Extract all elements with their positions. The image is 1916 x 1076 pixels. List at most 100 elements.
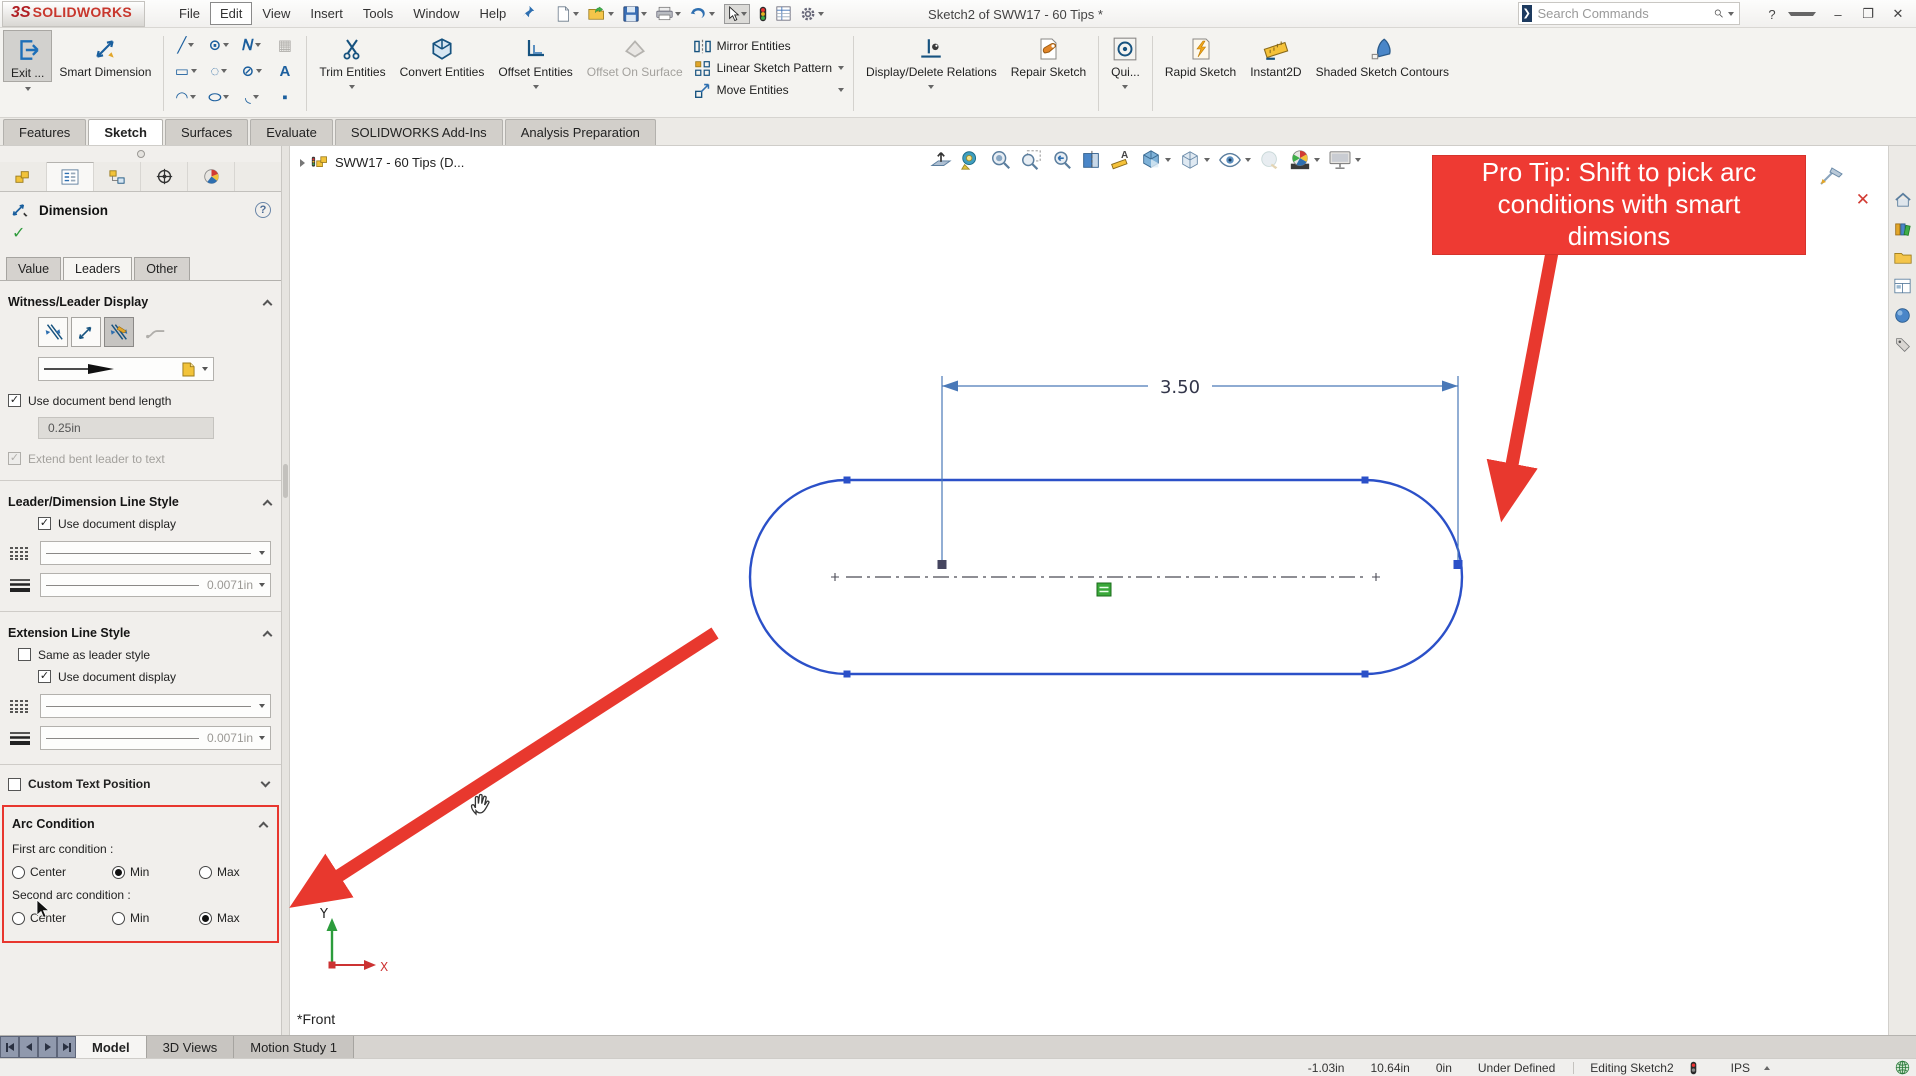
task-scheduler-button[interactable]	[776, 6, 791, 21]
point-tool[interactable]: ▪	[282, 89, 287, 106]
second-max-radio[interactable]: Max	[199, 911, 240, 925]
leader-use-document-display-checkbox[interactable]: ✓ Use document display	[0, 513, 281, 531]
midpoint-relation-badge[interactable]	[1097, 583, 1111, 596]
tab-other[interactable]: Other	[134, 257, 189, 280]
menu-insert[interactable]: Insert	[300, 2, 353, 25]
graphics-area[interactable]: SWW17 - 60 Tips (D... A	[290, 146, 1888, 1035]
sketch-vertex[interactable]	[844, 671, 851, 678]
measure-button[interactable]	[960, 149, 982, 171]
extension-line-thickness-dropdown[interactable]: 0.0071in	[40, 726, 271, 750]
move-entities-button[interactable]: Move Entities	[690, 80, 848, 100]
search-input[interactable]	[1538, 6, 1714, 21]
panel-splitter[interactable]	[282, 146, 290, 1035]
use-document-bend-length-checkbox[interactable]: ✓ Use document bend length	[0, 381, 281, 408]
units-selector[interactable]: IPS	[1731, 1061, 1750, 1075]
offset-flyout[interactable]	[491, 80, 579, 93]
leader-line-style-dropdown[interactable]	[40, 541, 271, 565]
pin-menu-icon[interactable]	[522, 5, 535, 23]
extend-bent-leader-checkbox[interactable]: ✓ Extend bent leader to text	[0, 439, 281, 466]
perimeter-circle-tool[interactable]: ◌	[210, 63, 227, 80]
menu-help[interactable]: Help	[469, 2, 516, 25]
help-caret[interactable]	[1788, 12, 1816, 16]
outside-witness-button[interactable]	[38, 317, 68, 347]
exit-sketch-flyout[interactable]	[3, 82, 52, 95]
fillet-tool[interactable]: ◟	[245, 88, 259, 106]
search-options-caret[interactable]	[1728, 12, 1734, 16]
next-tab-button[interactable]	[38, 1036, 57, 1058]
instant2d-button[interactable]: Instant2D	[1243, 30, 1308, 80]
restore-button[interactable]: ❐	[1854, 6, 1882, 22]
menu-view[interactable]: View	[252, 2, 300, 25]
tab-model[interactable]: Model	[76, 1036, 147, 1058]
last-tab-button[interactable]	[57, 1036, 76, 1058]
tab-evaluate[interactable]: Evaluate	[250, 119, 333, 145]
solidworks-resources-icon[interactable]	[1894, 192, 1912, 208]
display-style-button[interactable]	[1179, 149, 1210, 171]
normal-to-button[interactable]	[930, 149, 952, 171]
view-palette-icon[interactable]	[1894, 278, 1911, 294]
sketch-canvas[interactable]: 3.50 Y X	[290, 146, 1888, 1035]
quick-snaps-flyout[interactable]	[1104, 80, 1147, 93]
custom-properties-icon[interactable]	[1895, 337, 1911, 353]
tab-features[interactable]: Features	[3, 119, 86, 145]
menu-window[interactable]: Window	[403, 2, 469, 25]
tab-3d-views[interactable]: 3D Views	[147, 1036, 235, 1058]
second-center-radio[interactable]: Center	[12, 911, 112, 925]
convert-entities-button[interactable]: Convert Entities	[393, 30, 492, 80]
exit-sketch-button[interactable]: Exit ...	[3, 30, 52, 82]
splitter-grip[interactable]	[283, 464, 288, 498]
displaymanager-tab[interactable]	[188, 162, 235, 191]
zoom-to-area-button[interactable]	[1020, 149, 1042, 171]
witness-leader-display-header[interactable]: Witness/Leader Display	[0, 281, 281, 313]
first-tab-button[interactable]	[0, 1036, 19, 1058]
repair-sketch-button[interactable]: Repair Sketch	[1004, 30, 1093, 80]
view-settings-button[interactable]	[1328, 150, 1361, 170]
dimension-attach-point[interactable]	[938, 560, 947, 569]
search-commands-box[interactable]: ❯	[1518, 2, 1740, 25]
extension-line-style-header[interactable]: Extension Line Style	[0, 612, 281, 644]
slot-tool[interactable]: ⬭	[208, 89, 229, 106]
linear-pattern-caret[interactable]	[838, 66, 844, 70]
circle-tool[interactable]: ⊙	[209, 36, 230, 54]
smart-witness-button[interactable]	[104, 317, 134, 347]
apply-scene-button[interactable]	[1289, 149, 1320, 171]
help-icon[interactable]: ?	[255, 202, 271, 218]
zoom-to-fit-button[interactable]	[990, 149, 1012, 171]
units-caret[interactable]	[1764, 1066, 1770, 1070]
trim-entities-button[interactable]: Trim Entities	[312, 30, 392, 80]
menu-edit[interactable]: Edit	[210, 2, 252, 25]
undo-button[interactable]	[690, 6, 715, 21]
second-min-radio[interactable]: Min	[112, 911, 199, 925]
new-document-button[interactable]	[555, 6, 579, 22]
offset-on-surface-button[interactable]: Offset On Surface	[580, 30, 690, 80]
dimension-attach-point[interactable]	[1454, 560, 1463, 569]
feature-tree-root[interactable]: SWW17 - 60 Tips (D...	[300, 155, 464, 170]
linear-sketch-pattern-button[interactable]: Linear Sketch Pattern	[690, 58, 848, 78]
tab-value[interactable]: Value	[6, 257, 61, 280]
shaded-sketch-contours-button[interactable]: Shaded Sketch Contours	[1309, 30, 1456, 80]
minimize-button[interactable]: –	[1824, 7, 1852, 22]
same-as-leader-style-checkbox[interactable]: Same as leader style	[0, 644, 281, 662]
previous-tab-button[interactable]	[19, 1036, 38, 1058]
line-tool[interactable]: ╱	[177, 36, 194, 54]
tab-motion-study[interactable]: Motion Study 1	[234, 1036, 354, 1058]
design-library-icon[interactable]	[1894, 221, 1911, 237]
sketch-vertex[interactable]	[844, 477, 851, 484]
tab-addins[interactable]: SOLIDWORKS Add-Ins	[335, 119, 503, 145]
options-button[interactable]	[800, 6, 824, 22]
bend-length-field[interactable]: 0.25in	[38, 417, 214, 439]
previous-view-button[interactable]	[1050, 149, 1072, 171]
panel-drag-handle[interactable]	[0, 146, 281, 162]
globe-icon[interactable]	[1895, 1060, 1910, 1075]
sketch-vertex[interactable]	[1362, 477, 1369, 484]
trim-flyout[interactable]	[312, 80, 392, 93]
spline-tool[interactable]: 𝑁	[242, 37, 261, 54]
hide-show-items-button[interactable]	[1218, 150, 1251, 170]
tree-expand-icon[interactable]	[300, 159, 305, 167]
quick-snaps-button[interactable]: Qui...	[1104, 30, 1147, 80]
menu-tools[interactable]: Tools	[353, 2, 403, 25]
arrow-style-dropdown[interactable]	[38, 357, 214, 381]
sketch-vertex[interactable]	[1362, 671, 1369, 678]
menu-file[interactable]: File	[169, 2, 210, 25]
section-view-button[interactable]	[1080, 149, 1102, 171]
